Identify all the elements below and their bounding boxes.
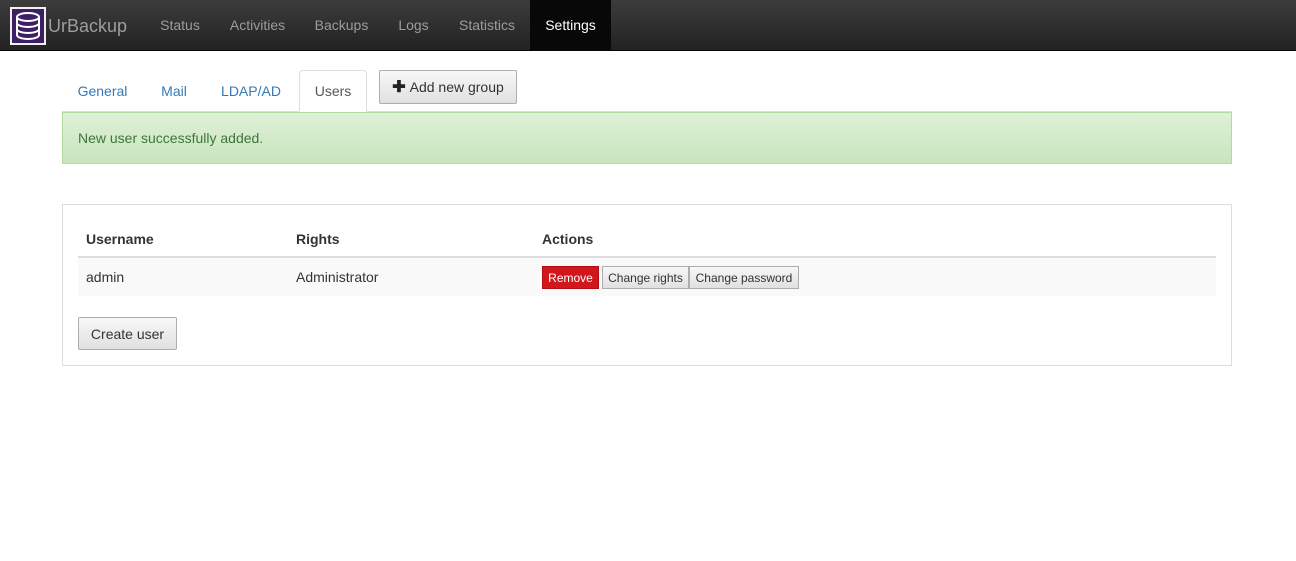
cell-username: admin <box>86 269 125 285</box>
users-panel: Username Rights Actions admin Administra… <box>62 204 1232 366</box>
success-alert: New user successfully added. <box>62 112 1232 164</box>
create-user-button[interactable]: Create user <box>78 317 177 350</box>
tab-ldap[interactable]: LDAP/AD <box>205 70 297 112</box>
top-navbar: UrBackup Status Activities Backups Logs … <box>0 0 1296 51</box>
add-new-group-label: Add new group <box>409 79 504 95</box>
table-row: admin Administrator Remove Change rights… <box>78 258 1216 296</box>
header-rights: Rights <box>296 231 340 247</box>
brand[interactable]: UrBackup <box>10 4 127 48</box>
add-new-group-button[interactable]: ✚ Add new group <box>379 70 517 104</box>
nav-settings[interactable]: Settings <box>530 0 611 50</box>
remove-button[interactable]: Remove <box>542 266 599 289</box>
database-icon <box>10 7 46 45</box>
cell-rights: Administrator <box>296 269 379 285</box>
nav-status[interactable]: Status <box>145 0 215 50</box>
nav-statistics[interactable]: Statistics <box>444 0 530 50</box>
change-password-button[interactable]: Change password <box>689 266 799 289</box>
nav-backups[interactable]: Backups <box>300 0 383 50</box>
tab-mail[interactable]: Mail <box>143 70 205 112</box>
nav-logs[interactable]: Logs <box>383 0 444 50</box>
tab-general[interactable]: General <box>62 70 143 112</box>
brand-name: UrBackup <box>48 15 128 36</box>
plus-icon: ✚ <box>392 79 406 96</box>
change-rights-button[interactable]: Change rights <box>602 266 689 289</box>
tab-users[interactable]: Users <box>299 70 367 112</box>
nav-activities[interactable]: Activities <box>215 0 300 50</box>
header-username: Username <box>86 231 154 247</box>
header-actions: Actions <box>542 231 594 247</box>
